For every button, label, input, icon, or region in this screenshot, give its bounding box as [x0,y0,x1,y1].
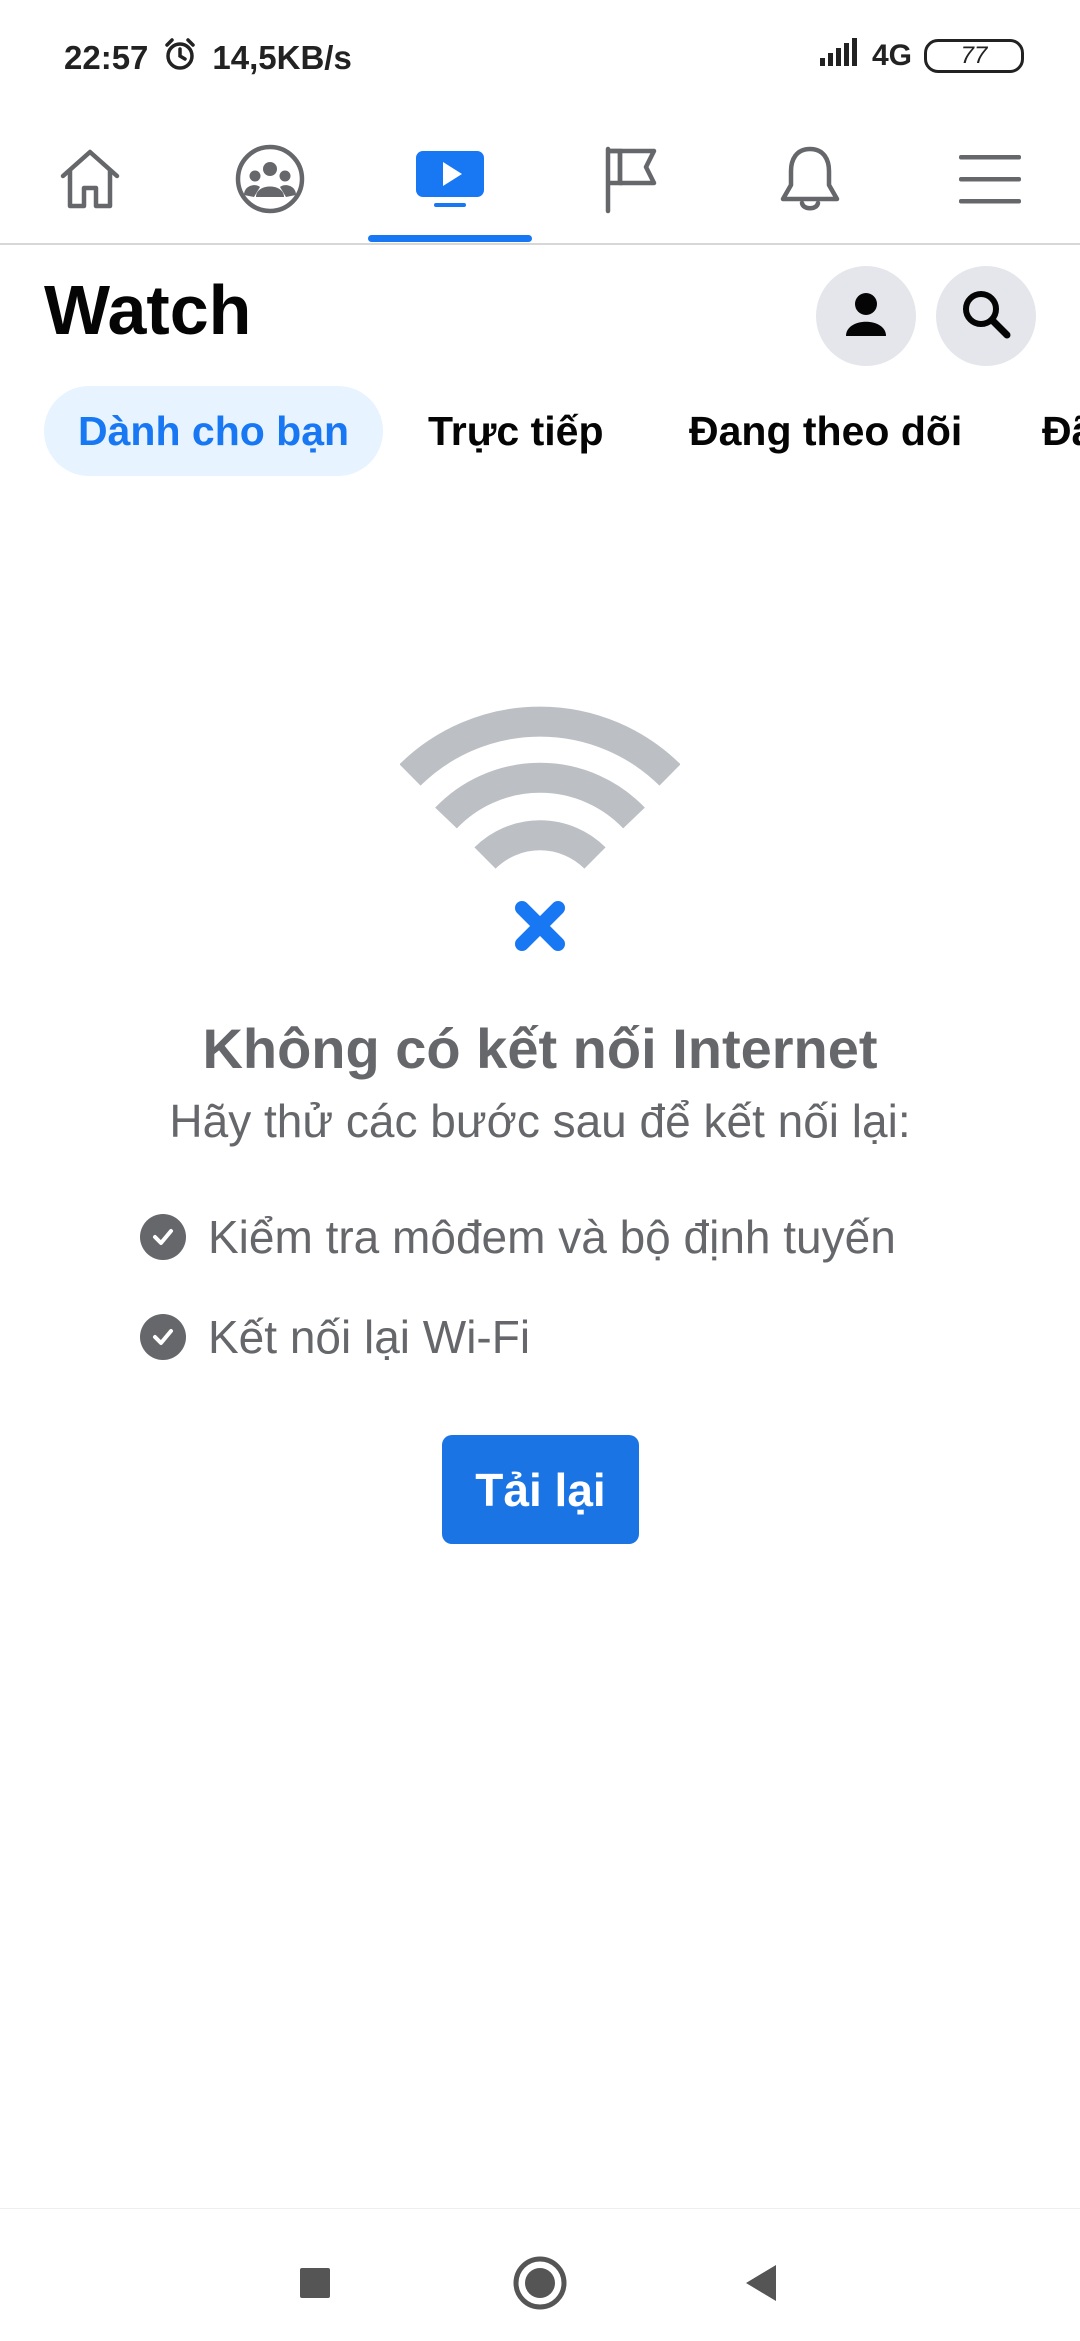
watch-icon [414,147,486,211]
status-left: 22:57 14,5KB/s [64,36,352,80]
back-triangle-icon [740,2261,780,2310]
alarm-icon [162,36,198,80]
reload-button[interactable]: Tải lại [442,1435,639,1544]
chip-for-you[interactable]: Dành cho bạn [44,386,384,476]
chip-saved[interactable]: Đã [1042,386,1080,476]
offline-step-label: Kiểm tra môđem và bộ định tuyến [208,1211,896,1263]
status-bar: 22:57 14,5KB/s 4G 77 [0,0,1080,115]
bell-icon [777,143,843,215]
chip-live[interactable]: Trực tiếp [428,386,604,476]
status-right: 4G 77 [819,38,1024,74]
check-icon [140,1214,186,1260]
chip-following[interactable]: Đang theo dõi [689,386,962,476]
tab-pages[interactable] [540,115,720,243]
offline-title: Không có kết nối Internet [202,1017,878,1080]
wifi-off-icon [399,700,681,970]
offline-step-1: Kiểm tra môđem và bộ định tuyến [140,1210,896,1264]
battery-icon: 77 [924,39,1024,73]
flag-icon [598,143,662,215]
square-icon [298,2266,332,2305]
network-type: 4G [871,39,912,72]
profile-button[interactable] [816,266,916,366]
tab-menu[interactable] [900,115,1080,243]
search-icon [958,286,1014,347]
tab-watch[interactable] [360,115,540,243]
tab-groups[interactable] [180,115,360,243]
home-icon [55,144,125,214]
back-button[interactable] [720,2245,800,2325]
menu-icon [957,149,1023,209]
recents-button[interactable] [275,2245,355,2325]
system-nav-bar [0,2208,1080,2341]
battery-level: 77 [960,42,988,69]
watch-filter-chips: Dành cho bạn Trực tiếp Đang theo dõi Đã [0,386,1080,476]
search-button[interactable] [936,266,1036,366]
top-nav [0,115,1080,245]
status-time: 22:57 [64,39,149,76]
groups-icon [234,143,306,215]
signal-icon [819,38,860,74]
tab-notifications[interactable] [720,115,900,243]
page-title: Watch [44,271,252,349]
home-button[interactable] [500,2245,580,2325]
offline-subtitle: Hãy thử các bước sau để kết nối lại: [169,1095,911,1147]
check-icon [140,1314,186,1360]
circle-icon [512,2255,568,2316]
profile-icon [841,289,891,344]
offline-step-2: Kết nối lại Wi-Fi [140,1310,530,1364]
offline-step-label: Kết nối lại Wi-Fi [208,1311,531,1363]
active-tab-indicator [368,235,532,242]
status-net-speed: 14,5KB/s [212,39,352,76]
tab-home[interactable] [0,115,180,243]
